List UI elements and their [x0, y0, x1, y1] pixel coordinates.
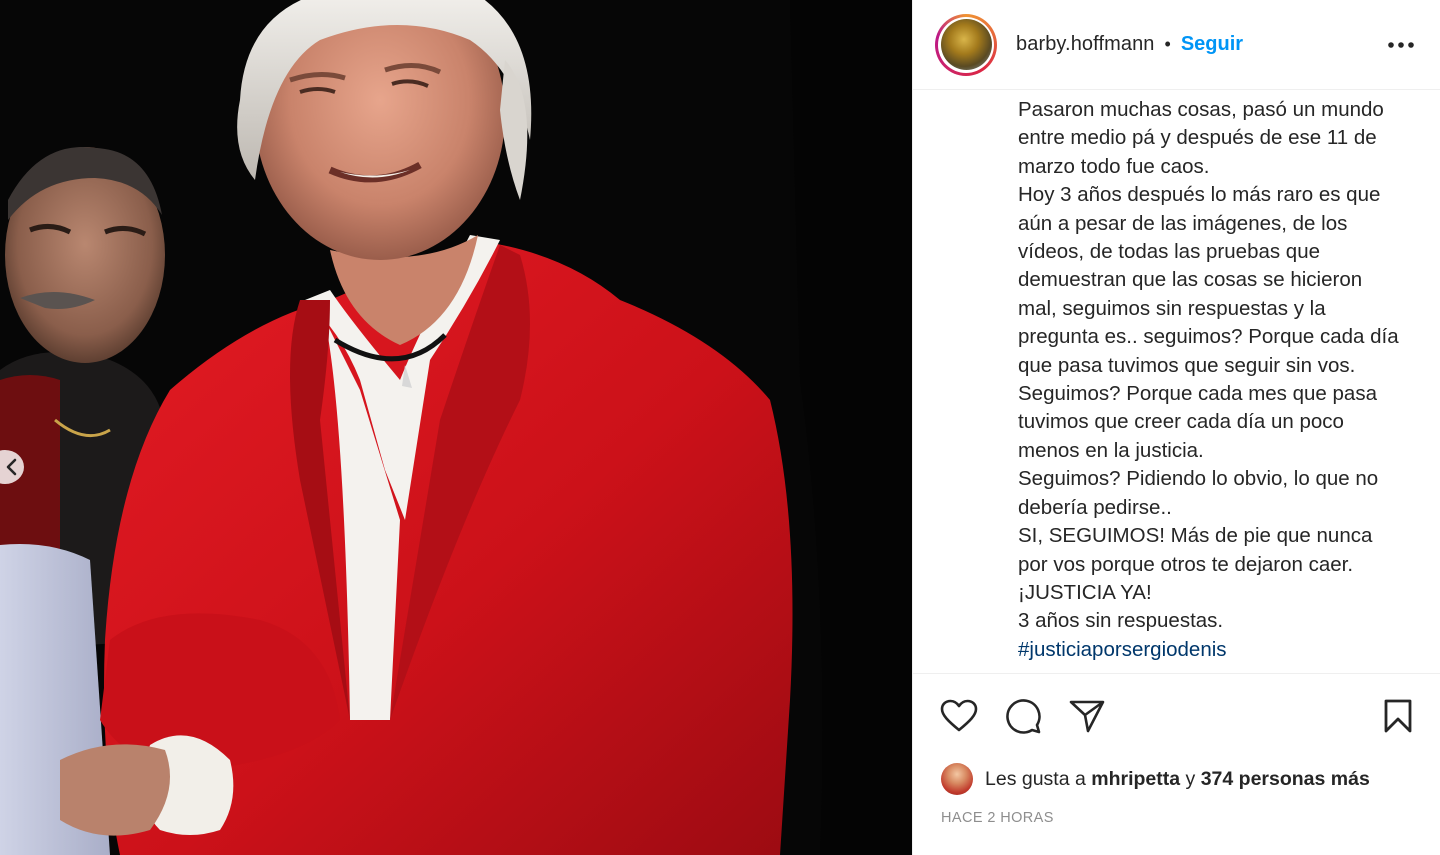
share-button[interactable] — [1067, 696, 1107, 736]
hashtag-link[interactable]: #justiciaporsergiodenis — [1018, 636, 1430, 664]
post-photo — [0, 0, 912, 855]
avatar — [940, 19, 992, 70]
caption: Pasaron muchas cosas, pasó un mundo entr… — [913, 90, 1440, 674]
caption-line: aún a pesar de las imágenes, de los — [1018, 211, 1348, 235]
caption-line: Seguimos? Pidiendo lo obvio, lo que no — [1018, 467, 1379, 491]
likes-summary: Les gusta a mhripetta y 374 personas más — [913, 758, 1440, 800]
instagram-post: barby.hoffmann • Seguir Pasaron muchas c… — [0, 0, 1440, 855]
caption-line: 3 años sin respuestas. — [1018, 609, 1224, 633]
caption-line: Hoy 3 años después lo más raro es que — [1018, 183, 1381, 207]
more-horizontal-icon — [1388, 41, 1414, 48]
caption-line: demuestran que las cosas se hicieron — [1018, 268, 1363, 292]
likes-count-link[interactable]: 374 personas más — [1201, 768, 1370, 791]
caption-line: pregunta es.. seguimos? Porque cada día — [1018, 325, 1399, 349]
story-ring[interactable] — [935, 13, 997, 76]
comment-icon — [1006, 699, 1041, 734]
save-button[interactable] — [1378, 696, 1418, 736]
caption-line: menos en la justicia. — [1018, 438, 1204, 462]
caption-line: vídeos, de todas las pruebas que — [1018, 240, 1321, 264]
caption-line: marzo todo fue caos. — [1018, 154, 1210, 178]
liker-avatar[interactable] — [941, 763, 973, 795]
post-header: barby.hoffmann • Seguir — [913, 0, 1440, 90]
chevron-left-icon — [6, 458, 17, 476]
caption-line: por vos porque otros te dejaron caer. — [1018, 552, 1354, 576]
more-options-button[interactable] — [1384, 30, 1418, 60]
caption-line: ¡JUSTICIA YA! — [1018, 580, 1152, 604]
caption-line: tuvimos que creer cada día un poco — [1018, 410, 1344, 434]
post-media[interactable] — [0, 0, 912, 855]
caption-line: mal, seguimos sin respuestas y la — [1018, 296, 1326, 320]
heart-icon — [940, 699, 978, 732]
caption-line: entre medio pá y después de ese 11 de — [1018, 126, 1377, 150]
liker-username[interactable]: mhripetta — [1091, 768, 1180, 791]
separator-dot: • — [1164, 34, 1171, 54]
action-bar — [913, 674, 1440, 758]
caption-line: Pasaron muchas cosas, pasó un mundo — [1018, 98, 1384, 121]
likes-connector: y — [1185, 767, 1196, 790]
caption-line: que pasa tuvimos que seguir sin vos. — [1018, 353, 1356, 377]
caption-line: Seguimos? Porque cada mes que pasa — [1018, 382, 1377, 406]
likes-prefix: Les gusta a — [985, 767, 1086, 790]
caption-line: SI, SEGUIMOS! Más de pie que nunca — [1018, 524, 1373, 548]
caption-line: debería pedirse.. — [1018, 495, 1172, 519]
post-timestamp[interactable]: HACE 2 HORAS — [913, 800, 1440, 826]
like-button[interactable] — [939, 696, 979, 736]
follow-button[interactable]: Seguir — [1181, 33, 1243, 56]
username-link[interactable]: barby.hoffmann — [1016, 33, 1155, 56]
post-side-panel: barby.hoffmann • Seguir Pasaron muchas c… — [912, 0, 1440, 855]
bookmark-icon — [1384, 699, 1412, 733]
comment-button[interactable] — [1003, 696, 1043, 736]
share-icon — [1069, 700, 1105, 733]
